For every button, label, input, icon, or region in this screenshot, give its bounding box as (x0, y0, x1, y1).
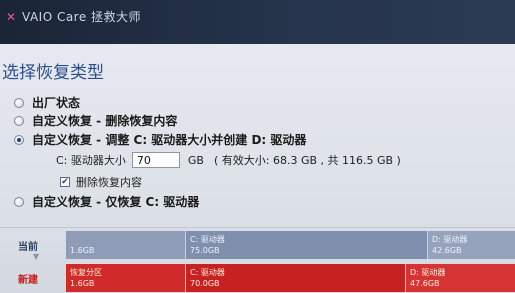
delete-recovery-checkbox[interactable]: ✔ (60, 177, 70, 187)
window-title: VAIO Care 拯救大师 (22, 10, 142, 24)
partition-name: 恢复分区 (70, 268, 102, 277)
partition-size: 47.6GB (410, 279, 440, 288)
available-size-hint: ( 有效大小: 68.3 GB , 共 116.5 GB ) (213, 154, 401, 167)
radio-button[interactable] (14, 115, 24, 126)
radio-button-selected[interactable] (14, 134, 24, 145)
partition-segment-c: C: 驱动器 75.0GB (186, 231, 428, 259)
option-delete-recovery[interactable]: 自定义恢复 - 删除恢复内容 (14, 112, 177, 129)
radio-button[interactable] (14, 196, 24, 207)
c-drive-size-label: C: 驱动器大小 (56, 154, 126, 167)
partition-segment-recovery: 1.6GB (66, 231, 186, 259)
partition-preview: 当前 ▼ 新建 1.6GB C: 驱动器 75.0GB D: 驱动器 42.6G… (0, 228, 515, 293)
option-factory-state[interactable]: 出厂状态 (14, 94, 80, 111)
partition-name: C: 驱动器 (190, 235, 225, 244)
current-row-label: 当前 (18, 242, 38, 253)
chevron-down-icon: ▼ (33, 252, 40, 261)
delete-recovery-checkbox-row[interactable]: ✔ 删除恢复内容 (60, 174, 142, 190)
partition-name: D: 驱动器 (432, 235, 468, 244)
partition-size: 1.6GB (70, 279, 95, 288)
size-unit: GB (187, 153, 204, 167)
title-bar: ✕ VAIO Care 拯救大师 (0, 0, 515, 44)
partition-segment-recovery: 恢复分区 1.6GB (66, 264, 186, 292)
partition-size: 42.6GB (432, 246, 462, 255)
partition-segment-c: C: 驱动器 70.0GB (186, 264, 406, 292)
partition-name: C: 驱动器 (190, 268, 225, 277)
partition-size: 70.0GB (190, 279, 220, 288)
option-label: 出厂状态 (32, 96, 81, 110)
radio-button[interactable] (14, 97, 24, 108)
partition-segment-d: D: 驱动器 47.6GB (406, 264, 515, 292)
partition-name: D: 驱动器 (410, 268, 446, 277)
c-drive-size-row: C: 驱动器大小 GB ( 有效大小: 68.3 GB , 共 116.5 GB… (56, 152, 401, 168)
page-title: 选择恢复类型 (2, 63, 104, 83)
current-partition-bar: 1.6GB C: 驱动器 75.0GB D: 驱动器 42.6GB (66, 231, 515, 259)
partition-segment-d: D: 驱动器 42.6GB (428, 231, 515, 259)
option-label: 自定义恢复 - 仅恢复 C: 驱动器 (32, 195, 200, 209)
app-logo-icon: ✕ (5, 10, 17, 24)
option-resize-c-create-d[interactable]: 自定义恢复 - 调整 C: 驱动器大小并创建 D: 驱动器 (14, 131, 306, 148)
partition-size: 75.0GB (190, 246, 220, 255)
option-label: 自定义恢复 - 删除恢复内容 (32, 114, 178, 128)
main-content: 选择恢复类型 出厂状态 自定义恢复 - 删除恢复内容 自定义恢复 - 调整 C:… (0, 44, 515, 293)
new-row-label: 新建 (18, 275, 38, 286)
delete-recovery-label: 删除恢复内容 (76, 176, 142, 189)
partition-size: 1.6GB (70, 246, 95, 255)
c-drive-size-input[interactable] (131, 152, 180, 168)
option-restore-c-only[interactable]: 自定义恢复 - 仅恢复 C: 驱动器 (14, 193, 199, 210)
option-label: 自定义恢复 - 调整 C: 驱动器大小并创建 D: 驱动器 (32, 133, 307, 147)
new-partition-bar: 恢复分区 1.6GB C: 驱动器 70.0GB D: 驱动器 47.6GB (66, 264, 515, 292)
